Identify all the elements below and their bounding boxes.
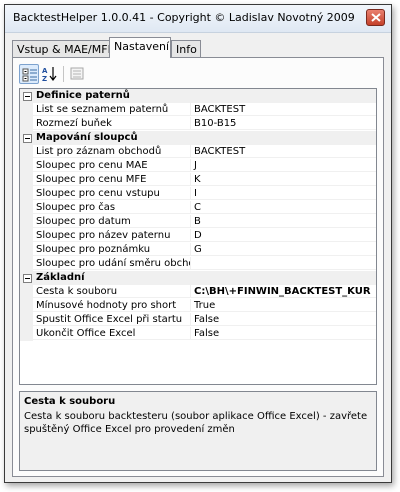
tab-vstup-mae-mfe[interactable]: Vstup & MAE/MFE [12,40,115,57]
property-value[interactable]: C [191,201,376,214]
property-value[interactable]: G [191,243,376,256]
property-value[interactable] [191,257,376,270]
property-name: Mínusové hodnoty pro short [33,299,191,312]
property-grid: Definice paternů List se seznamem patern… [19,88,377,385]
property-name: Sloupec pro cenu MFE [33,173,191,186]
property-row[interactable]: Spustit Office Excel při startu False [20,313,376,327]
property-value[interactable]: True [191,299,376,312]
settings-panel: A Z Definice paternů List se seznamem pa… [12,57,384,477]
help-pane: Cesta k souboru Cesta k souboru backtest… [19,391,377,471]
property-name: Rozmezí buňek [33,117,191,130]
property-name: Spustit Office Excel při startu [33,313,191,326]
property-row[interactable]: Sloupec pro cenu MAE J [20,159,376,173]
category-zakladni[interactable]: Základní [20,271,376,285]
close-icon [371,13,381,22]
property-name: List pro záznam obchodů [33,145,191,158]
help-description: Cesta k souboru backtesteru (soubor apli… [24,411,368,435]
property-row[interactable]: Sloupec pro cenu MFE K [20,173,376,187]
property-row[interactable]: Sloupec pro poznámku G [20,243,376,257]
tab-nastaveni[interactable]: Nastavení [109,37,171,58]
property-name: Sloupec pro poznámku [33,243,191,256]
help-title: Cesta k souboru [24,396,116,407]
property-pages-icon [70,67,84,80]
svg-text:A: A [42,67,48,75]
category-mapovani-sloupcu[interactable]: Mapování sloupců [20,131,376,145]
property-row[interactable]: Sloupec pro čas C [20,201,376,215]
collapse-icon[interactable] [23,134,32,143]
property-row[interactable]: Mínusové hodnoty pro short True [20,299,376,313]
alphabetical-button[interactable]: A Z [40,64,60,84]
property-row[interactable]: Sloupec pro název paternu D [20,229,376,243]
title-bar[interactable]: BacktestHelper 1.0.0.41 - Copyright © La… [5,5,391,33]
property-row[interactable]: List se seznamem paternů BACKTEST [20,103,376,117]
tab-info[interactable]: Info [171,40,201,57]
categorized-button[interactable] [19,64,39,84]
property-name: Cesta k souboru [33,285,191,298]
property-row[interactable]: Rozmezí buňek B10-B15 [20,117,376,131]
svg-text:Z: Z [42,75,47,82]
collapse-icon[interactable] [23,274,32,283]
property-name: Sloupec pro datum [33,215,191,228]
property-row[interactable]: Sloupec pro cenu vstupu I [20,187,376,201]
property-value[interactable]: D [191,229,376,242]
property-name: Sloupec pro cenu MAE [33,159,191,172]
property-name: Sloupec pro cenu vstupu [33,187,191,200]
property-row[interactable]: Cesta k souboru C:\BH\+FINWIN_BACKTEST_K… [20,285,376,299]
property-row[interactable]: Sloupec pro udání směru obchodu [20,257,376,271]
property-name: List se seznamem paternů [33,103,191,116]
category-label: Mapování sloupců [36,132,138,143]
property-name: Sloupec pro čas [33,201,191,214]
property-value[interactable]: C:\BH\+FINWIN_BACKTEST_KUR [191,285,376,298]
tab-label: Info [176,43,197,56]
property-value[interactable]: BACKTEST [191,145,376,158]
property-value[interactable]: I [191,187,376,200]
close-button[interactable] [366,9,385,26]
alphabetical-sort-icon: A Z [42,67,57,82]
toolbar-separator [63,66,64,82]
property-pages-button[interactable] [67,64,87,84]
property-value[interactable]: J [191,159,376,172]
tab-label: Vstup & MAE/MFE [17,43,115,56]
category-definice-paternu[interactable]: Definice paternů [20,89,376,103]
window-title: BacktestHelper 1.0.0.41 - Copyright © La… [13,11,355,24]
property-value[interactable]: False [191,313,376,326]
property-value[interactable]: B [191,215,376,228]
property-row[interactable]: Sloupec pro datum B [20,215,376,229]
category-label: Definice paternů [36,90,130,101]
property-row[interactable]: List pro záznam obchodů BACKTEST [20,145,376,159]
property-value[interactable]: B10-B15 [191,117,376,130]
application-window: BacktestHelper 1.0.0.41 - Copyright © La… [4,4,392,483]
tab-label: Nastavení [114,40,170,53]
property-name: Sloupec pro název paternu [33,229,191,242]
property-value[interactable]: False [191,327,376,340]
property-name: Sloupec pro udání směru obchodu [33,257,191,270]
property-name: Ukončit Office Excel [33,327,191,340]
category-label: Základní [36,272,85,283]
collapse-icon[interactable] [23,92,32,101]
property-row[interactable]: Ukončit Office Excel False [20,327,376,341]
property-value[interactable]: K [191,173,376,186]
property-value[interactable]: BACKTEST [191,103,376,116]
categorized-view-icon [22,68,37,82]
